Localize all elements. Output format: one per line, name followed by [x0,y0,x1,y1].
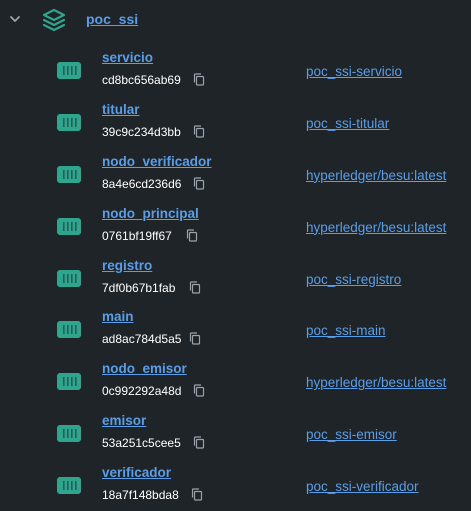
container-id: 39c9c234d3bb [102,124,181,139]
container-row: registro 7df0b67b1fab poc_ssi-registro [0,252,471,304]
container-row: servicio cd8bc656ab69 poc_ssi-servicio [0,44,471,96]
container-name[interactable]: titular [102,102,140,117]
container-icon [57,373,81,391]
container-id: 18a7f148bda8 [102,488,179,503]
container-image-link[interactable]: hyperledger/besu:latest [306,375,446,390]
container-row: nodo_emisor 0c992292a48d hyperledger/bes… [0,355,471,407]
container-id: cd8bc656ab69 [102,73,181,87]
container-id: 0c992292a48d [102,384,182,399]
container-name[interactable]: registro [102,258,152,273]
container-icon [57,217,81,235]
container-row: nodo_principal 0761bf19ff67 hyperledger/… [0,200,471,252]
copy-icon[interactable] [189,332,201,346]
container-image-link[interactable]: poc_ssi-emisor [306,427,397,442]
container-icon [57,62,81,79]
container-row: nodo_verificador 8a4e6cd236d6 hyperledge… [0,148,471,200]
container-image-link[interactable]: hyperledger/besu:latest [306,220,446,235]
container-image-link[interactable]: poc_ssi-verificador [306,479,419,494]
copy-icon[interactable] [193,177,205,190]
copy-icon[interactable] [186,229,198,242]
container-icon [57,165,81,183]
container-row: verificador 18a7f148bda8 poc_ssi-verific… [0,459,471,511]
container-image-link[interactable]: hyperledger/besu:latest [306,168,446,183]
container-row: main ad8ac784d5a5 poc_ssi-main [0,303,471,355]
stack-icon [42,8,66,32]
copy-icon[interactable] [193,384,205,397]
copy-icon[interactable] [193,73,205,86]
copy-icon[interactable] [189,280,201,294]
container-id: 53a251c5cee5 [102,436,181,451]
compose-group-header: poc_ssi [0,0,471,38]
container-id: ad8ac784d5a5 [102,332,182,347]
chevron-down-icon[interactable] [9,13,21,25]
container-image-link[interactable]: poc_ssi-titular [306,116,389,131]
container-id: 8a4e6cd236d6 [102,176,182,191]
container-name[interactable]: nodo_principal [102,206,199,221]
compose-group-name[interactable]: poc_ssi [86,11,138,27]
container-name[interactable]: main [102,309,134,324]
container-name[interactable]: servicio [102,50,153,65]
container-icon [57,425,81,443]
container-row: emisor 53a251c5cee5 poc_ssi-emisor [0,407,471,459]
container-image-link[interactable]: poc_ssi-registro [306,272,401,287]
container-row: titular 39c9c234d3bb poc_ssi-titular [0,96,471,148]
copy-icon[interactable] [193,125,205,138]
container-name[interactable]: emisor [102,413,146,428]
container-list: servicio cd8bc656ab69 poc_ssi-servicio t… [0,44,471,511]
copy-icon[interactable] [191,488,203,501]
container-image-link[interactable]: poc_ssi-main [306,323,386,338]
copy-icon[interactable] [193,436,205,449]
container-id: 0761bf19ff67 [102,228,172,243]
container-name[interactable]: nodo_verificador [102,154,212,169]
container-id: 7df0b67b1fab [102,280,176,295]
container-icon [57,321,81,339]
container-name[interactable]: nodo_emisor [102,361,187,376]
container-icon [57,477,81,495]
container-name[interactable]: verificador [102,465,171,480]
container-icon [57,113,81,131]
container-image-link[interactable]: poc_ssi-servicio [306,64,402,79]
container-icon [57,269,81,287]
